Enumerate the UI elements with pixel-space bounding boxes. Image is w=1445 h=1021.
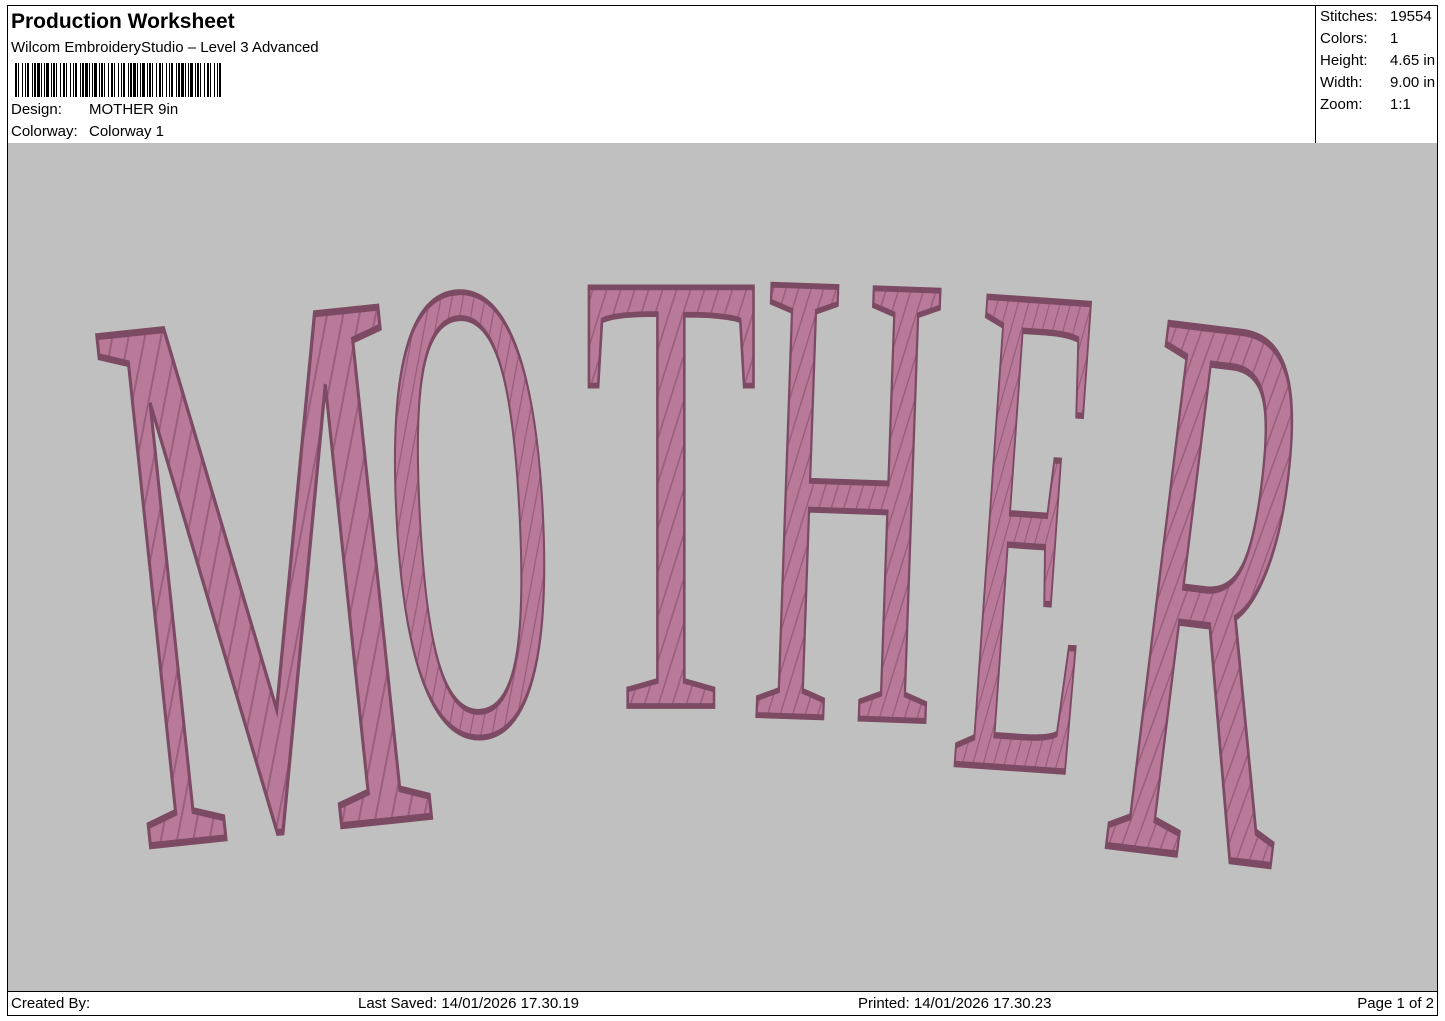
stat-height: Height: 4.65 in — [1320, 52, 1435, 70]
printed-date: Printed: 14/01/2026 17.30.23 — [858, 995, 1052, 1012]
design-value: MOTHER 9in — [89, 101, 179, 118]
design-preview-canvas: MOTHER — [8, 143, 1437, 992]
barcode — [15, 63, 221, 97]
stats-panel: Stitches: 19554 Colors: 1 Height: 4.65 in W… — [1315, 6, 1437, 143]
stat-zoom: Zoom: 1:1 — [1320, 96, 1411, 114]
created-by: Created By: — [11, 995, 91, 1012]
width-label: Width: — [1320, 74, 1363, 91]
stat-colors: Colors: 1 — [1320, 30, 1398, 48]
worksheet-title: Production Worksheet — [11, 10, 235, 33]
colorway-label: Colorway: — [11, 123, 78, 140]
design-row: Design: MOTHER 9in — [11, 101, 178, 119]
design-letter-t-3: T — [584, 143, 759, 845]
software-name: Wilcom EmbroideryStudio – Level 3 Advanc… — [11, 39, 319, 56]
stat-width: Width: 9.00 in — [1320, 74, 1435, 92]
width-value: 9.00 in — [1390, 74, 1436, 91]
last-saved: Last Saved: 14/01/2026 17.30.19 — [358, 995, 580, 1012]
page-number: Page 1 of 2 — [1357, 995, 1434, 1012]
design-letter-h-4: H — [744, 143, 953, 864]
stat-stitches: Stitches: 19554 — [1320, 8, 1432, 26]
design-letter-e-5: E — [938, 143, 1122, 928]
zoom-label: Zoom: — [1320, 96, 1363, 113]
stitches-value: 19554 — [1390, 8, 1432, 25]
production-worksheet: Production Worksheet Wilcom EmbroiderySt… — [7, 5, 1438, 1016]
colors-label: Colors: — [1320, 30, 1368, 47]
worksheet-footer: Created By: Last Saved: 14/01/2026 17.30… — [8, 992, 1437, 1015]
colors-value: 1 — [1390, 30, 1399, 47]
colorway-value: Colorway 1 — [89, 123, 165, 140]
height-value: 4.65 in — [1390, 52, 1436, 69]
colorway-row: Colorway: Colorway 1 — [11, 123, 164, 141]
zoom-value: 1:1 — [1390, 96, 1411, 113]
worksheet-header: Production Worksheet Wilcom EmbroiderySt… — [8, 6, 1437, 144]
embroidery-design: MO THER — [66, 143, 1362, 991]
design-label: Design: — [11, 101, 62, 118]
design-letter-r-6: R — [1076, 143, 1360, 991]
stitches-label: Stitches: — [1320, 8, 1378, 25]
height-label: Height: — [1320, 52, 1368, 69]
